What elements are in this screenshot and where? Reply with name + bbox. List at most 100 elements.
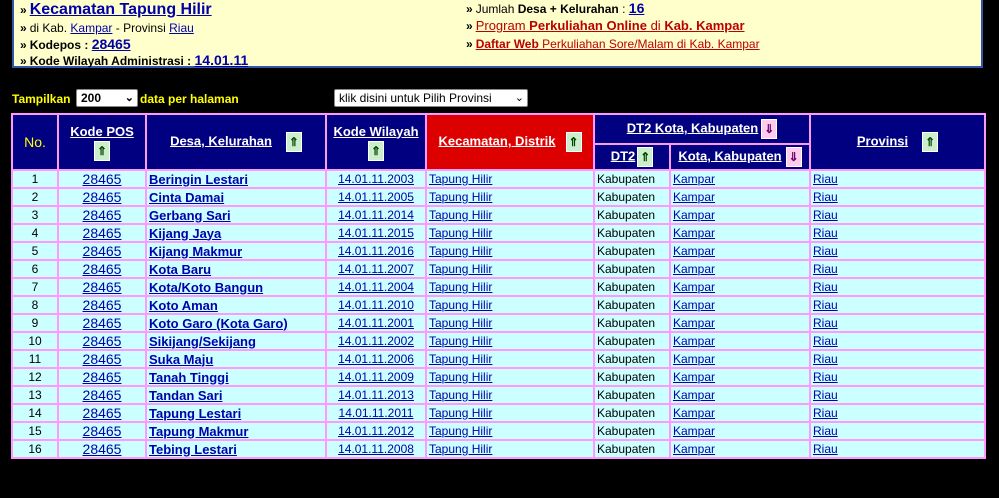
- desa-link[interactable]: Sikijang/Sekijang: [149, 334, 256, 349]
- kecamatan-link[interactable]: Tapung Hilir: [429, 388, 492, 402]
- kode-pos-link[interactable]: 28465: [83, 207, 122, 223]
- desa-link[interactable]: Kijang Makmur: [149, 244, 242, 259]
- kode-wilayah-link[interactable]: 14.01.11.2003: [338, 172, 414, 186]
- kecamatan-link[interactable]: Tapung Hilir: [429, 226, 492, 240]
- sort-up-icon[interactable]: ⇑: [368, 140, 384, 161]
- kode-pos-link[interactable]: 28465: [83, 423, 122, 439]
- desa-link[interactable]: Kijang Jaya: [149, 226, 221, 241]
- kode-pos-link[interactable]: 28465: [83, 171, 122, 187]
- kecamatan-link[interactable]: Tapung Hilir: [429, 280, 492, 294]
- kecamatan-link[interactable]: Tapung Hilir: [429, 352, 492, 366]
- provinsi-link[interactable]: Riau: [813, 190, 838, 204]
- header-kecamatan[interactable]: Kecamatan, Distrik ⇑: [427, 115, 593, 169]
- desa-link[interactable]: Gerbang Sari: [149, 208, 231, 223]
- kota-link[interactable]: Kampar: [673, 280, 715, 294]
- header-provinsi[interactable]: Provinsi ⇑: [811, 115, 984, 169]
- kota-link[interactable]: Kampar: [673, 172, 715, 186]
- kode-pos-link[interactable]: 28465: [83, 369, 122, 385]
- kode-wilayah-link[interactable]: 14.01.11.2009: [338, 370, 414, 384]
- provinsi-link[interactable]: Riau: [813, 406, 838, 420]
- kecamatan-link[interactable]: Tapung Hilir: [429, 370, 492, 384]
- provinsi-link[interactable]: Riau: [813, 316, 838, 330]
- sort-down-icon[interactable]: ⇓: [761, 119, 778, 139]
- desa-link[interactable]: Kota/Koto Bangun: [149, 280, 263, 295]
- kode-wilayah-link[interactable]: 14.01.11.2012: [338, 424, 414, 438]
- kota-link[interactable]: Kampar: [673, 442, 715, 456]
- header-desa[interactable]: Desa, Kelurahan ⇑: [147, 115, 325, 169]
- kecamatan-link[interactable]: Tapung Hilir: [429, 208, 492, 222]
- provinsi-link[interactable]: Riau: [813, 424, 838, 438]
- header-dt2[interactable]: DT2 ⇑: [595, 145, 669, 169]
- kode-wilayah-link[interactable]: 14.01.11.2014: [338, 208, 414, 222]
- kota-link[interactable]: Kampar: [673, 316, 715, 330]
- kecamatan-link[interactable]: Tapung Hilir: [429, 190, 492, 204]
- header-kode-wilayah[interactable]: Kode Wilayah ⇑: [327, 115, 425, 169]
- header-kota[interactable]: Kota, Kabupaten ⇓: [671, 145, 809, 169]
- kode-wilayah-link[interactable]: 14.01.11.2002: [338, 334, 414, 348]
- prov-link[interactable]: Riau: [169, 21, 194, 35]
- desa-link[interactable]: Tandan Sari: [149, 388, 222, 403]
- kota-link[interactable]: Kampar: [673, 262, 715, 276]
- kode-wilayah-link[interactable]: 14.01.11.2005: [338, 190, 414, 204]
- kode-pos-link[interactable]: 28465: [83, 243, 122, 259]
- kota-link[interactable]: Kampar: [673, 298, 715, 312]
- kecamatan-link[interactable]: Tapung Hilir: [429, 316, 492, 330]
- kode-wilayah-link[interactable]: 14.01.11: [195, 52, 249, 68]
- sort-up-icon[interactable]: ⇑: [565, 132, 582, 152]
- desa-link[interactable]: Tebing Lestari: [149, 442, 237, 457]
- desa-link[interactable]: Koto Aman: [149, 298, 218, 313]
- provinsi-link[interactable]: Riau: [813, 208, 838, 222]
- provinsi-link[interactable]: Riau: [813, 370, 838, 384]
- provinsi-link[interactable]: Riau: [813, 352, 838, 366]
- kode-pos-link[interactable]: 28465: [83, 261, 122, 277]
- jumlah-link[interactable]: 16: [629, 0, 645, 16]
- kecamatan-link[interactable]: Tapung Hilir: [429, 424, 492, 438]
- kota-link[interactable]: Kampar: [673, 388, 715, 402]
- desa-link[interactable]: Koto Garo (Kota Garo): [149, 316, 288, 331]
- desa-link[interactable]: Suka Maju: [149, 352, 213, 367]
- kota-link[interactable]: Kampar: [673, 406, 715, 420]
- sort-down-icon[interactable]: ⇓: [785, 147, 802, 167]
- kode-pos-link[interactable]: 28465: [83, 333, 122, 349]
- provinsi-link[interactable]: Riau: [813, 280, 838, 294]
- kota-link[interactable]: Kampar: [673, 208, 715, 222]
- promo-online-link[interactable]: Program Perkuliahan Online di Kab. Kampa…: [476, 18, 745, 33]
- kota-link[interactable]: Kampar: [673, 334, 715, 348]
- kode-pos-link[interactable]: 28465: [83, 297, 122, 313]
- provinsi-link[interactable]: Riau: [813, 172, 838, 186]
- kota-link[interactable]: Kampar: [673, 190, 715, 204]
- kecamatan-link[interactable]: Tapung Hilir: [429, 334, 492, 348]
- kodepos-link[interactable]: 28465: [92, 36, 131, 52]
- kode-pos-link[interactable]: 28465: [83, 315, 122, 331]
- kode-pos-link[interactable]: 28465: [83, 351, 122, 367]
- kota-link[interactable]: Kampar: [673, 370, 715, 384]
- kecamatan-link[interactable]: Tapung Hilir: [429, 442, 492, 456]
- kecamatan-link[interactable]: Tapung Hilir: [429, 262, 492, 276]
- provinsi-link[interactable]: Riau: [813, 388, 838, 402]
- kecamatan-link[interactable]: Tapung Hilir: [429, 172, 492, 186]
- kode-pos-link[interactable]: 28465: [83, 387, 122, 403]
- desa-link[interactable]: Kota Baru: [149, 262, 211, 277]
- kode-pos-link[interactable]: 28465: [83, 405, 122, 421]
- promo-sore-link[interactable]: Daftar Web Perkuliahan Sore/Malam di Kab…: [476, 37, 760, 51]
- provinsi-link[interactable]: Riau: [813, 226, 838, 240]
- kode-wilayah-link[interactable]: 14.01.11.2001: [338, 316, 414, 330]
- sort-up-icon[interactable]: ⇑: [94, 140, 110, 161]
- sort-up-icon[interactable]: ⇑: [637, 147, 654, 167]
- kode-pos-link[interactable]: 28465: [83, 189, 122, 205]
- kecamatan-link[interactable]: Tapung Hilir: [429, 244, 492, 258]
- kode-wilayah-link[interactable]: 14.01.11.2008: [338, 442, 414, 456]
- provinsi-link[interactable]: Riau: [813, 442, 838, 456]
- provinsi-link[interactable]: Riau: [813, 244, 838, 258]
- provinsi-link[interactable]: Riau: [813, 298, 838, 312]
- kota-link[interactable]: Kampar: [673, 424, 715, 438]
- kode-pos-link[interactable]: 28465: [83, 279, 122, 295]
- sort-up-icon[interactable]: ⇑: [285, 132, 302, 152]
- kode-wilayah-link[interactable]: 14.01.11.2006: [338, 352, 414, 366]
- desa-link[interactable]: Tanah Tinggi: [149, 370, 229, 385]
- kode-pos-link[interactable]: 28465: [83, 441, 122, 457]
- kode-wilayah-link[interactable]: 14.01.11.2013: [338, 388, 414, 402]
- kode-wilayah-link[interactable]: 14.01.11.2015: [338, 226, 414, 240]
- sort-up-icon[interactable]: ⇑: [922, 132, 939, 152]
- kode-wilayah-link[interactable]: 14.01.11.2011: [339, 406, 414, 420]
